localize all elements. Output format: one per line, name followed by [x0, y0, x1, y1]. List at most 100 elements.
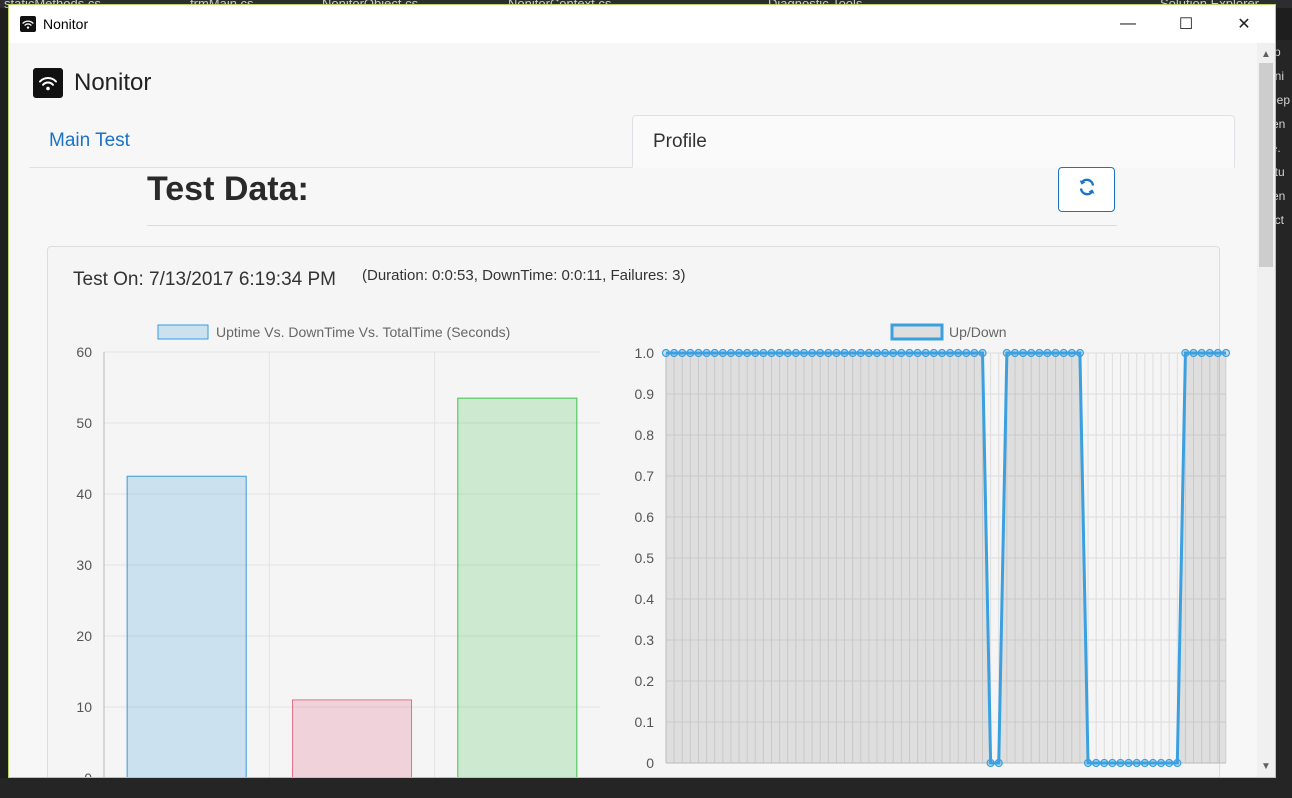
data-point [1108, 758, 1117, 768]
data-point [1010, 348, 1020, 358]
data-point [1092, 758, 1101, 768]
maximize-button[interactable]: ☐ [1157, 5, 1215, 43]
y-tick-label: 0.9 [635, 386, 655, 402]
data-point [824, 348, 833, 358]
y-tick-label: 0.5 [635, 550, 655, 566]
scroll-down-icon[interactable]: ▼ [1261, 761, 1271, 772]
tab-main-test[interactable]: Main Test [29, 115, 632, 167]
data-point [864, 348, 873, 358]
tab-bar: Main Test Profile [29, 115, 1235, 168]
y-tick-label: 0.4 [635, 591, 655, 607]
minimize-icon: — [1120, 15, 1136, 32]
y-tick-label: 60 [76, 344, 92, 360]
y-tick-label: 30 [76, 557, 92, 573]
data-point [970, 348, 979, 358]
y-tick-label: 0 [84, 770, 92, 778]
data-point [1148, 758, 1158, 768]
data-point [743, 348, 752, 358]
data-point [686, 348, 695, 358]
data-point [1116, 758, 1125, 768]
bar-chart: 0 10 20 30 40 50 60 Uptime Vs. DownTime Vs. Tot… [76, 324, 600, 778]
data-point [661, 348, 671, 358]
data-point [775, 348, 784, 358]
app-content: Nonitor Main Test Profile Test Data: Tes… [9, 43, 1257, 777]
legend-label: Uptime Vs. DownTime Vs. TotalTime (Secon… [216, 324, 510, 340]
bar [126, 475, 247, 777]
data-point [881, 348, 890, 358]
wifi-logo-icon [33, 68, 63, 98]
title-bar[interactable]: Nonitor — ☐ ✕ [9, 5, 1275, 43]
data-point [913, 348, 922, 358]
brand[interactable]: Nonitor [33, 68, 151, 98]
data-point [726, 348, 736, 358]
data-point [799, 348, 809, 358]
y-tick-label: 0 [646, 755, 654, 771]
data-point [945, 348, 955, 358]
data-point [897, 348, 906, 358]
data-point [783, 348, 792, 358]
vertical-scrollbar[interactable]: ▲ ▼ [1257, 43, 1275, 777]
data-point [1059, 348, 1068, 358]
data-point [1205, 348, 1214, 358]
legend-swatch [157, 324, 209, 340]
data-point [929, 348, 938, 358]
data-point [1043, 348, 1052, 358]
data-point [872, 348, 882, 358]
page-title: Test Data: [147, 170, 309, 208]
data-point [767, 348, 776, 358]
scroll-up-icon[interactable]: ▲ [1261, 49, 1271, 60]
data-point [994, 758, 1003, 768]
data-point [1035, 348, 1044, 358]
test-timestamp: Test On: 7/13/2017 6:19:34 PM [73, 269, 337, 290]
y-tick-label: 0.7 [635, 468, 655, 484]
data-point [962, 348, 971, 358]
app-window: Nonitor — ☐ ✕ Nonitor Main Test Profile … [8, 4, 1276, 778]
data-point [848, 348, 857, 358]
y-tick-label: 40 [76, 486, 92, 502]
data-point [954, 348, 963, 358]
data-point [1213, 348, 1222, 358]
y-tick-label: 50 [76, 415, 92, 431]
data-point [832, 348, 841, 358]
data-point [791, 348, 800, 358]
y-tick-label: 1.0 [635, 345, 655, 361]
data-point [1132, 758, 1141, 768]
bar [291, 699, 413, 777]
data-point [1019, 348, 1028, 358]
data-point [1221, 348, 1231, 358]
legend-swatch [890, 323, 944, 341]
y-tick-label: 0.6 [635, 509, 655, 525]
data-point [921, 348, 930, 358]
data-point [1100, 758, 1109, 768]
data-point [986, 758, 995, 768]
refresh-button[interactable] [1058, 167, 1115, 212]
background-solution-explorer: xp oni Dep ren le. etu ren uct [1268, 40, 1292, 780]
data-point [718, 348, 727, 358]
background-statusbar [0, 778, 1292, 798]
data-point [978, 348, 987, 358]
data-point [1165, 758, 1174, 768]
data-point [1156, 758, 1166, 768]
refresh-icon [1077, 177, 1097, 202]
data-point [1124, 758, 1133, 768]
data-point [807, 348, 817, 358]
brand-name: Nonitor [74, 69, 152, 96]
tab-profile[interactable]: Profile [632, 115, 1235, 168]
minimize-button[interactable]: — [1099, 5, 1157, 43]
data-point [1140, 758, 1149, 768]
data-point [751, 348, 760, 358]
y-tick-label: 0.1 [635, 714, 655, 730]
bar [457, 397, 578, 777]
maximize-icon: ☐ [1178, 16, 1194, 33]
data-point [710, 348, 719, 358]
y-tick-label: 0.2 [635, 673, 655, 689]
data-point [734, 348, 744, 358]
close-button[interactable]: ✕ [1215, 5, 1273, 43]
data-point [678, 348, 687, 358]
data-point [1051, 348, 1060, 358]
data-point [1189, 348, 1198, 358]
test-summary: (Duration: 0:0:53, DownTime: 0:0:11, Fai… [362, 267, 686, 284]
scroll-thumb[interactable] [1259, 63, 1273, 267]
data-point [1002, 348, 1011, 358]
data-point [856, 348, 865, 358]
